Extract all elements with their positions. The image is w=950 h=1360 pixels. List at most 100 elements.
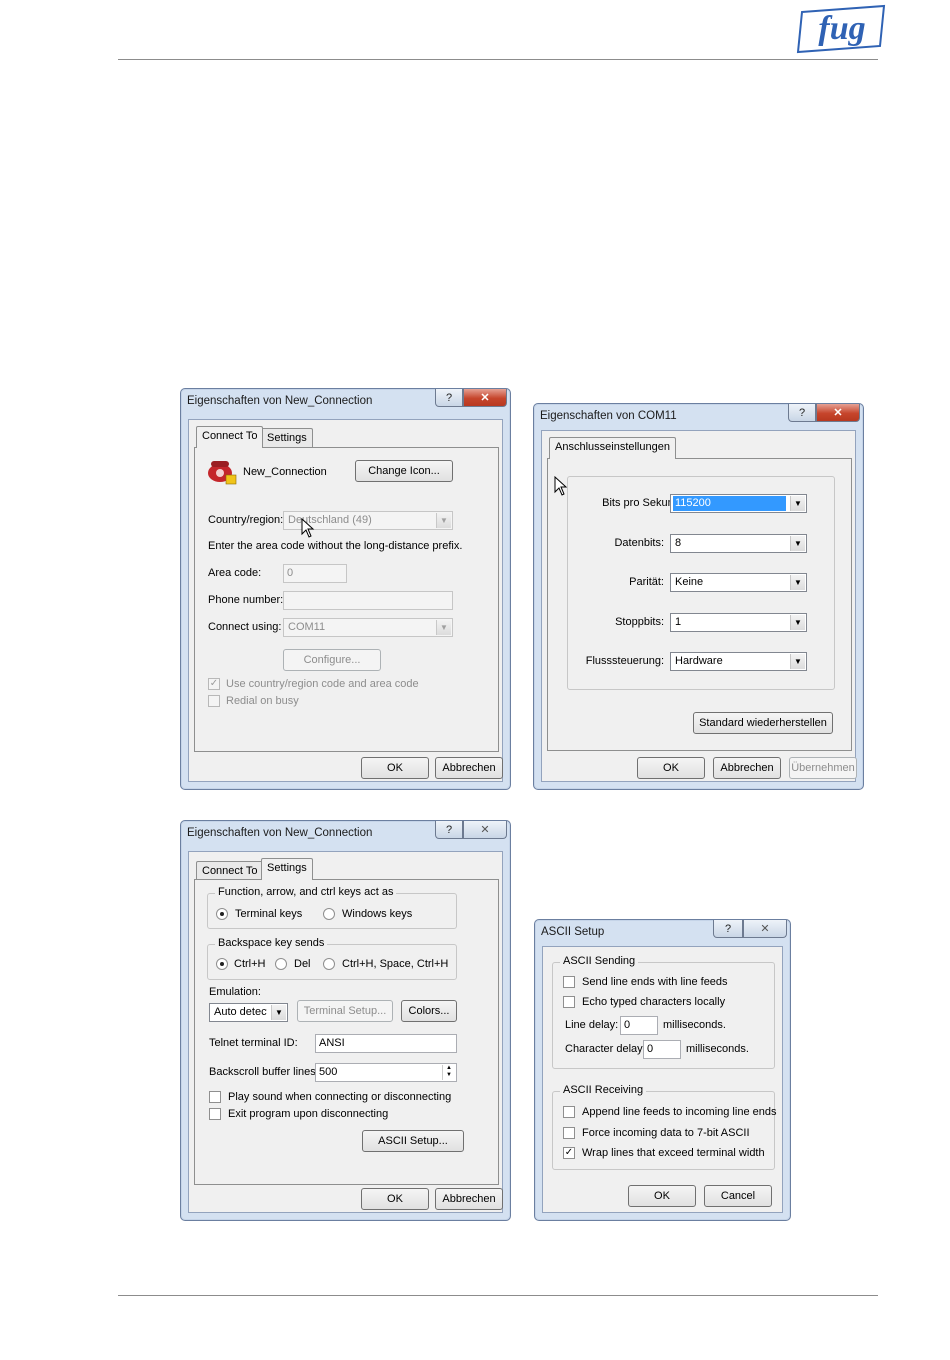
ascii-setup-button[interactable]: ASCII Setup... [362,1130,464,1152]
emulation-value: Auto detect [214,1006,267,1018]
terminal-keys-label: Terminal keys [235,908,303,920]
apply-button[interactable]: Übernehmen [789,757,857,779]
line-delay-input[interactable]: 0 [620,1016,658,1035]
cancel-button[interactable]: Abbrechen [713,757,781,779]
ascii-sending-title: ASCII Sending [560,955,639,967]
phone-number-label: Phone number: [208,594,284,606]
del-radio[interactable] [275,958,287,970]
chevron-down-icon: ▼ [790,536,805,551]
dialog-title: ASCII Setup [541,926,605,938]
wrap-lines-checkbox[interactable]: ✓ [563,1147,575,1159]
mouse-cursor-icon [301,518,315,538]
help-button[interactable]: ? [435,821,463,839]
port-settings-group: Bits pro Sekunde: 115200 ▼ Datenbits: 8 … [567,476,835,690]
close-button[interactable]: ✕ [463,821,507,839]
backspace-group: Backspace key sends Ctrl+H Del Ctrl+H, S… [207,937,457,980]
close-button[interactable]: ✕ [816,404,860,422]
force-7bit-label: Force incoming data to 7-bit ASCII [582,1127,750,1139]
parity-value: Keine [675,576,704,588]
ok-button[interactable]: OK [361,757,429,779]
ok-button[interactable]: OK [361,1188,429,1210]
data-bits-value: 8 [675,537,682,549]
tab-port-settings[interactable]: Anschlusseinstellungen [549,437,676,459]
header-rule [118,59,878,60]
flow-control-value: Hardware [675,655,723,667]
dialog-title: Eigenschaften von COM11 [540,410,677,422]
help-button[interactable]: ? [788,404,816,422]
char-delay-input[interactable]: 0 [643,1040,681,1059]
backscroll-value: 500 [319,1066,338,1078]
ascii-receiving-title: ASCII Receiving [560,1084,647,1096]
phone-number-input[interactable] [283,591,453,610]
tab-settings[interactable]: Settings [261,428,313,448]
echo-checkbox[interactable] [563,996,575,1008]
connection-properties-dialog: Eigenschaften von New_Connection ? ✕ Con… [180,388,511,790]
close-button[interactable]: ✕ [743,920,787,938]
mouse-cursor-icon [554,476,568,496]
ok-button[interactable]: OK [637,757,705,779]
help-button[interactable]: ? [713,920,743,938]
line-delay-label: Line delay: [565,1019,619,1031]
del-label: Del [294,958,311,970]
char-delay-label: Character delay: [565,1043,646,1055]
backscroll-input[interactable]: 500 ▲ ▼ [315,1063,457,1082]
emulation-select[interactable]: Auto detect ▼ [209,1003,288,1022]
data-bits-select[interactable]: 8 ▼ [670,534,807,553]
exit-program-checkbox[interactable] [209,1108,221,1120]
chevron-down-icon: ▼ [436,620,451,635]
close-button[interactable]: ✕ [463,389,507,407]
help-button[interactable]: ? [435,389,463,407]
force-7bit-checkbox[interactable] [563,1127,575,1139]
configure-button[interactable]: Configure... [283,649,381,671]
baud-rate-select[interactable]: 115200 ▼ [670,494,807,513]
ascii-setup-dialog: ASCII Setup ? ✕ ASCII Sending Send line … [534,919,791,1221]
data-bits-label: Datenbits: [614,537,664,549]
wrap-lines-label: Wrap lines that exceed terminal width [582,1147,765,1159]
ctrl-h-space-radio[interactable] [323,958,335,970]
function-keys-group-title: Function, arrow, and ctrl keys act as [215,886,397,898]
cancel-button[interactable]: Abbrechen [435,1188,503,1210]
dialog-client: ASCII Sending Send line ends with line f… [542,946,783,1213]
stop-bits-select[interactable]: 1 ▼ [670,613,807,632]
windows-keys-radio[interactable] [323,908,335,920]
append-lf-checkbox[interactable] [563,1106,575,1118]
tab-panel: Function, arrow, and ctrl keys act as Te… [194,879,499,1185]
colors-button[interactable]: Colors... [401,1000,457,1022]
telnet-id-label: Telnet terminal ID: [209,1037,298,1049]
chevron-down-icon: ▼ [790,654,805,669]
ctrl-h-radio[interactable] [216,958,228,970]
redial-checkbox[interactable] [208,695,220,707]
ok-button[interactable]: OK [628,1185,696,1207]
cancel-button[interactable]: Cancel [704,1185,772,1207]
chevron-down-icon: ▼ [271,1005,286,1020]
ascii-sending-group: ASCII Sending Send line ends with line f… [552,955,775,1069]
use-country-checkbox[interactable]: ✓ [208,678,220,690]
area-code-label: Area code: [208,567,262,579]
connect-using-select[interactable]: COM11 ▼ [283,618,453,637]
restore-defaults-button[interactable]: Standard wiederherstellen [693,712,833,734]
redial-label: Redial on busy [226,695,299,707]
cancel-button[interactable]: Abbrechen [435,757,503,779]
terminal-keys-radio[interactable] [216,908,228,920]
tab-connect-to[interactable]: Connect To [196,426,264,448]
dialog-client: Connect To Settings New_Connection Chang… [188,419,503,782]
change-icon-button[interactable]: Change Icon... [355,460,453,482]
send-line-ends-checkbox[interactable] [563,976,575,988]
dialog-client: Anschlusseinstellungen Bits pro Sekunde:… [541,430,857,782]
tab-settings[interactable]: Settings [261,858,313,880]
telnet-id-input[interactable]: ANSI [315,1034,457,1053]
tab-connect-to[interactable]: Connect To [196,861,264,881]
spinner-arrows-icon[interactable]: ▲ ▼ [442,1065,455,1080]
stop-bits-value: 1 [675,616,682,628]
ctrl-h-label: Ctrl+H [234,958,266,970]
windows-keys-label: Windows keys [342,908,413,920]
connection-name: New_Connection [243,466,327,478]
terminal-setup-button[interactable]: Terminal Setup... [297,1000,393,1022]
parity-select[interactable]: Keine ▼ [670,573,807,592]
play-sound-label: Play sound when connecting or disconnect… [228,1091,452,1103]
play-sound-checkbox[interactable] [209,1091,221,1103]
chevron-down-icon: ▼ [790,615,805,630]
flow-control-select[interactable]: Hardware ▼ [670,652,807,671]
area-code-hint: Enter the area code without the long-dis… [208,540,463,552]
area-code-input[interactable]: 0 [283,564,347,583]
